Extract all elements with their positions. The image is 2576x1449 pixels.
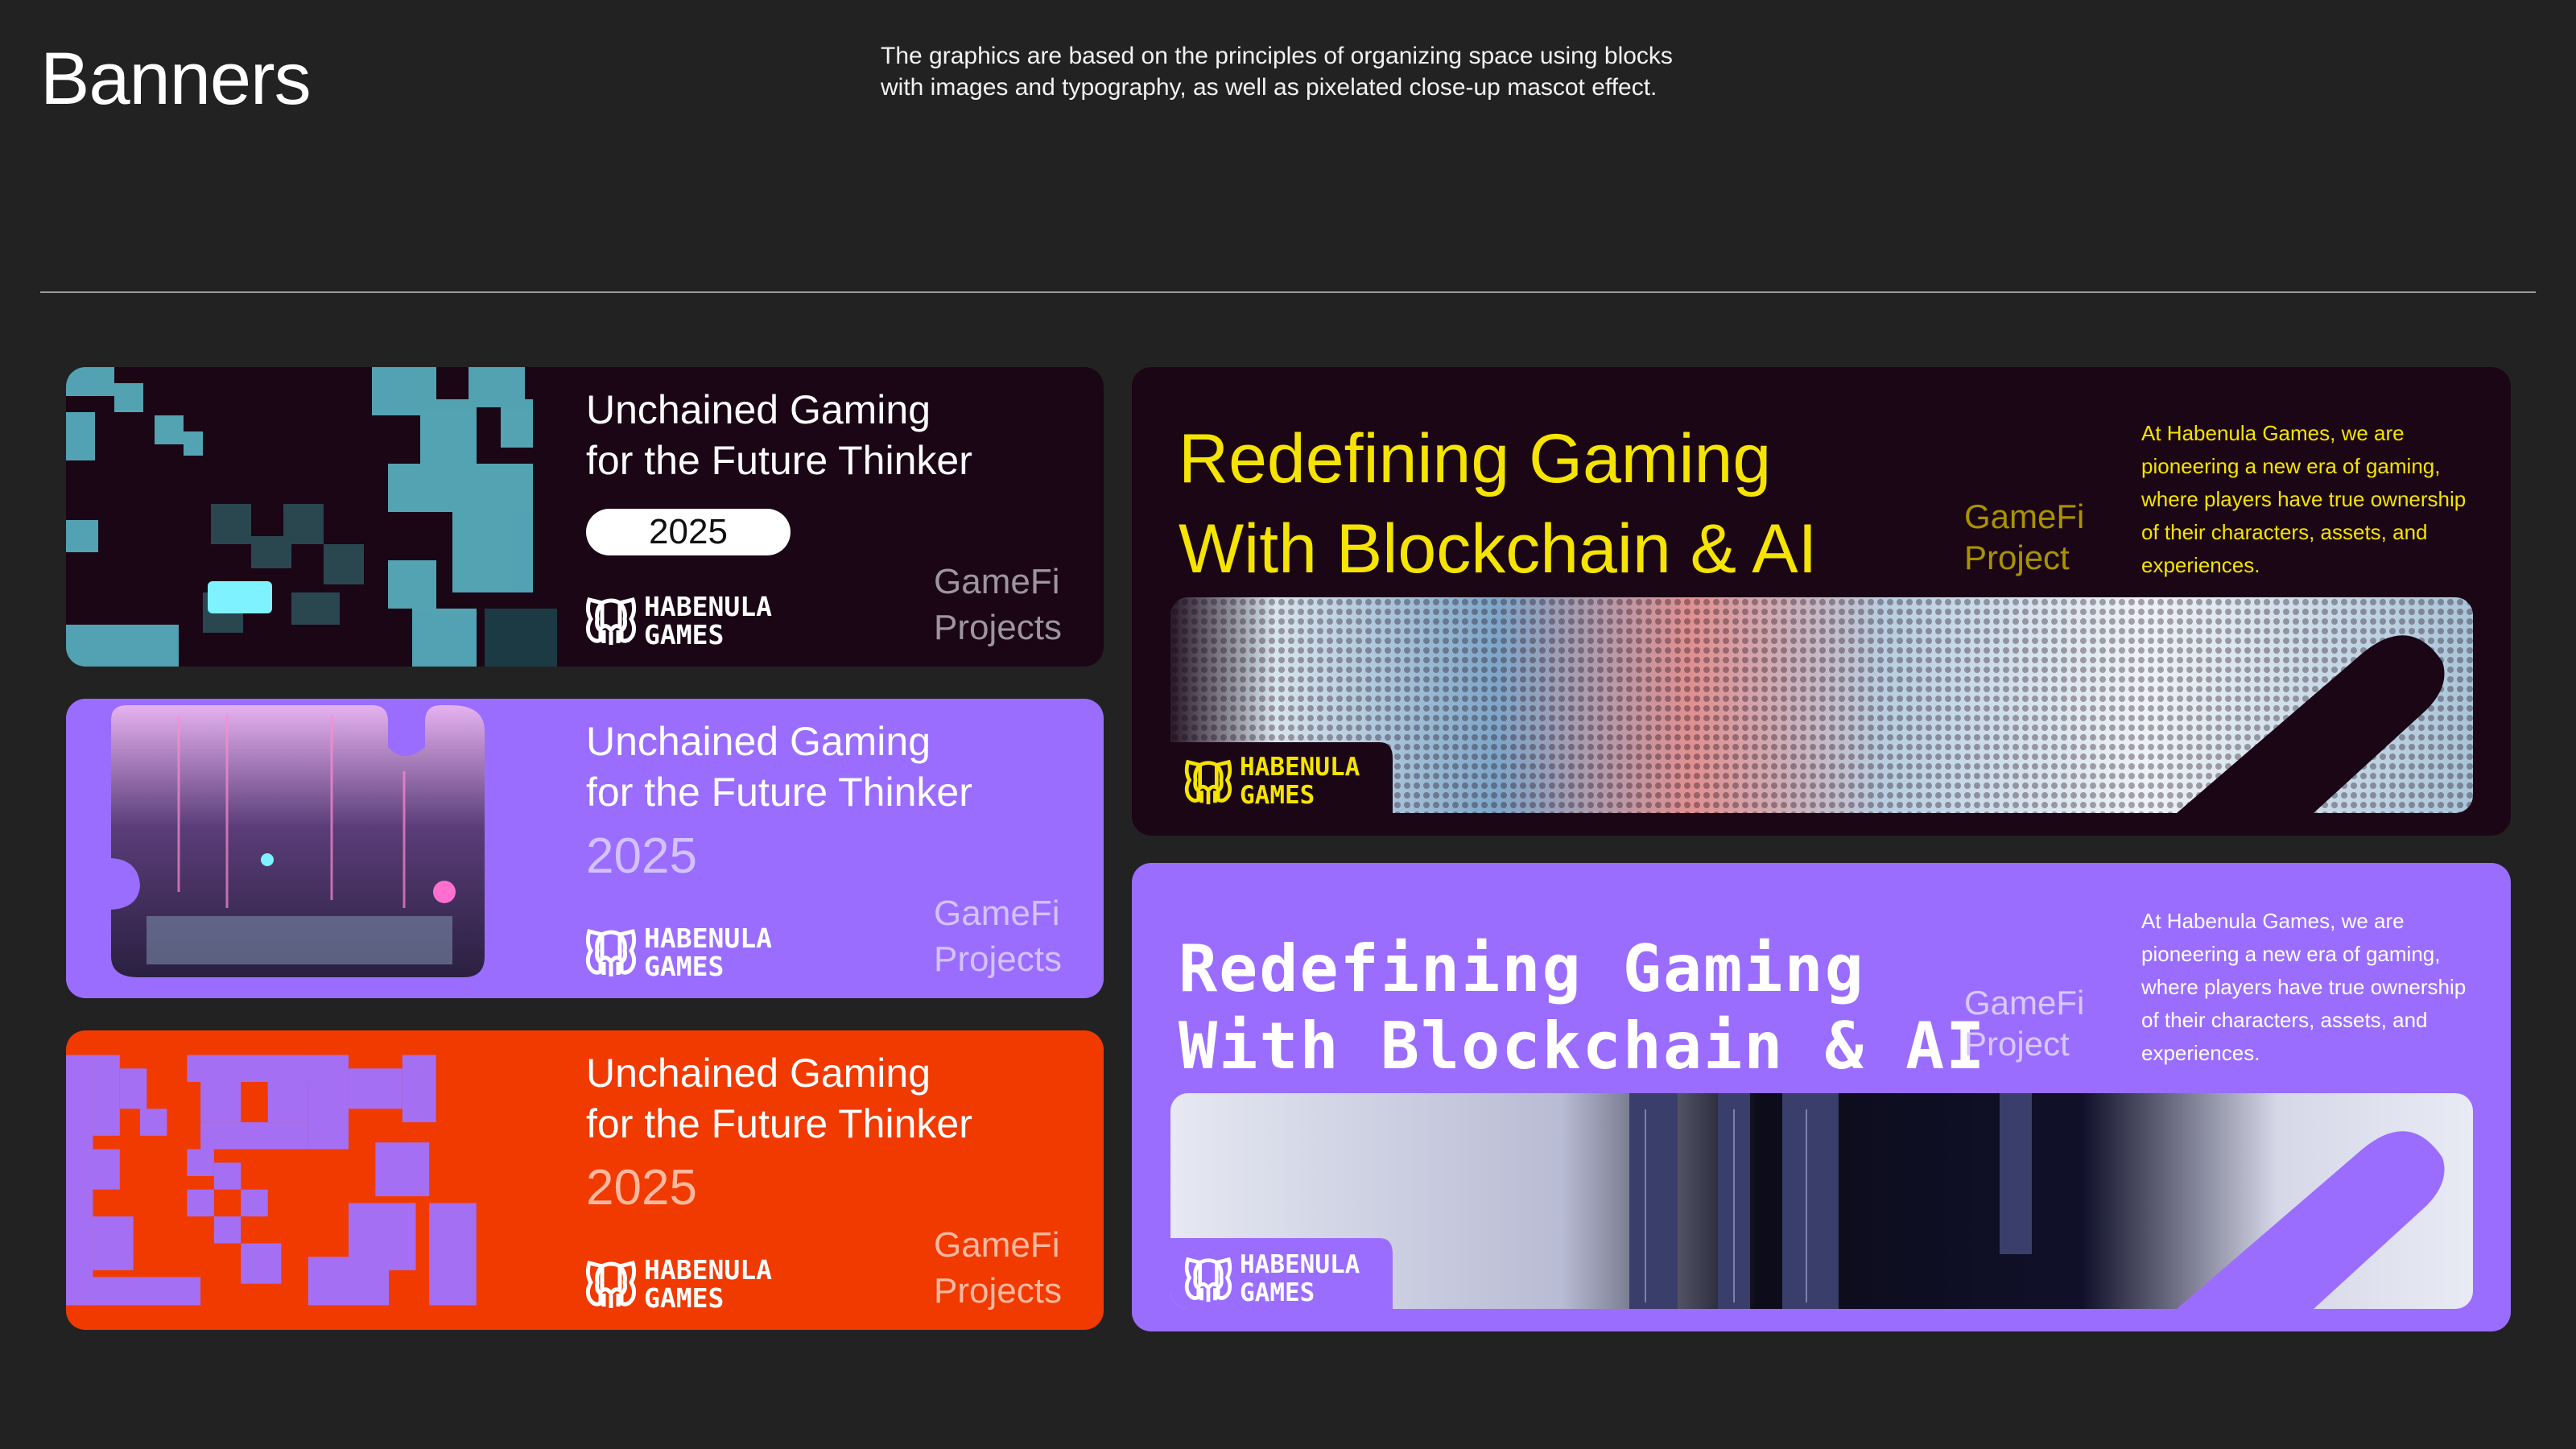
habenula-logo: HABENULA GAMES xyxy=(1182,753,1360,810)
banner-title: Redefining Gaming With Blockchain & AI xyxy=(1179,931,1986,1085)
habenula-mascot-logo-icon xyxy=(583,595,639,646)
banner-title: Unchained Gaming for the Future Thinker xyxy=(586,1048,972,1150)
banner-small-purple: Unchained Gaming for the Future Thinker … xyxy=(66,699,1104,998)
page-title: Banners xyxy=(40,38,312,120)
tag-line-2: Projects xyxy=(934,939,1062,979)
habenula-mascot-logo-icon xyxy=(1182,758,1235,806)
banner-tag: GameFi Project xyxy=(1964,982,2084,1064)
logo-line-1: HABENULA xyxy=(1240,1250,1360,1279)
banner-tag: GameFi Projects xyxy=(934,559,1062,650)
habenula-mascot-logo-icon xyxy=(583,927,639,978)
tag-line-1: GameFi xyxy=(934,1225,1060,1265)
divider xyxy=(40,291,2536,293)
neon-corridor-art xyxy=(111,705,485,977)
tag-line-2: Project xyxy=(1964,539,2070,576)
page-description: The graphics are based on the principles… xyxy=(881,43,1673,101)
logo-line-2: GAMES xyxy=(1240,781,1315,810)
habenula-mascot-logo-icon xyxy=(1182,1255,1235,1303)
title-line-1: Unchained Gaming xyxy=(586,1051,931,1096)
banner-description: At Habenula Games, we are pioneering a n… xyxy=(2141,909,2467,1065)
year-label: 2025 xyxy=(586,828,697,884)
logo-line-1: HABENULA xyxy=(644,591,772,622)
habenula-mascot-logo-icon xyxy=(583,1258,639,1310)
logo-line-1: HABENULA xyxy=(644,923,772,954)
banner-small-dark: Unchained Gaming for the Future Thinker … xyxy=(66,367,1104,667)
title-line-2: With Blockchain & AI xyxy=(1179,1009,1987,1084)
tag-line-1: GameFi xyxy=(934,894,1060,933)
halftone-wave-art xyxy=(1170,597,2473,813)
title-line-2: for the Future Thinker xyxy=(586,1101,972,1146)
banner-title: Unchained Gaming for the Future Thinker xyxy=(586,385,972,486)
title-line-2: for the Future Thinker xyxy=(586,770,972,815)
banner-tag: GameFi Project xyxy=(1964,496,2084,578)
title-line-2: for the Future Thinker xyxy=(586,438,972,483)
banner-title: Redefining Gaming With Blockchain & AI xyxy=(1179,414,1817,594)
year-badge: 2025 xyxy=(586,509,791,555)
title-line-1: Redefining Gaming xyxy=(1179,931,1865,1006)
banner-large-purple: Redefining Gaming With Blockchain & AI G… xyxy=(1132,863,2511,1331)
circuit-board-art xyxy=(1170,1093,2473,1309)
banner-large-dark: Redefining Gaming With Blockchain & AI G… xyxy=(1132,367,2511,836)
logo-line-1: HABENULA xyxy=(644,1254,772,1286)
banner-description: At Habenula Games, we are pioneering a n… xyxy=(2141,421,2467,577)
banner-tag: GameFi Projects xyxy=(934,890,1062,982)
habenula-logo: HABENULA GAMES xyxy=(583,592,772,649)
tag-line-1: GameFi xyxy=(1964,497,2085,535)
tag-line-1: GameFi xyxy=(934,562,1060,601)
logo-line-2: GAMES xyxy=(1240,1278,1315,1307)
year-label: 2025 xyxy=(586,1160,697,1216)
banner-title: Unchained Gaming for the Future Thinker xyxy=(586,716,972,818)
tag-line-2: Projects xyxy=(934,608,1062,647)
habenula-logo: HABENULA GAMES xyxy=(583,1256,772,1312)
tag-line-1: GameFi xyxy=(1964,984,2085,1022)
pixelated-mascot-art xyxy=(66,1055,477,1306)
title-line-1: Redefining Gaming xyxy=(1179,420,1772,497)
title-line-1: Unchained Gaming xyxy=(586,387,931,432)
logo-line-2: GAMES xyxy=(644,619,724,650)
habenula-logo: HABENULA GAMES xyxy=(583,924,772,980)
logo-line-2: GAMES xyxy=(644,951,724,982)
habenula-logo: HABENULA GAMES xyxy=(1182,1251,1360,1307)
title-line-2: With Blockchain & AI xyxy=(1179,510,1818,588)
banner-tag: GameFi Projects xyxy=(934,1222,1062,1314)
logo-line-1: HABENULA xyxy=(1240,753,1360,782)
tag-line-2: Projects xyxy=(934,1271,1062,1311)
banner-small-orange: Unchained Gaming for the Future Thinker … xyxy=(66,1030,1104,1330)
pixelated-mascot-art xyxy=(66,367,557,667)
title-line-1: Unchained Gaming xyxy=(586,719,931,764)
tag-line-2: Project xyxy=(1964,1025,2070,1063)
logo-line-2: GAMES xyxy=(644,1282,724,1314)
